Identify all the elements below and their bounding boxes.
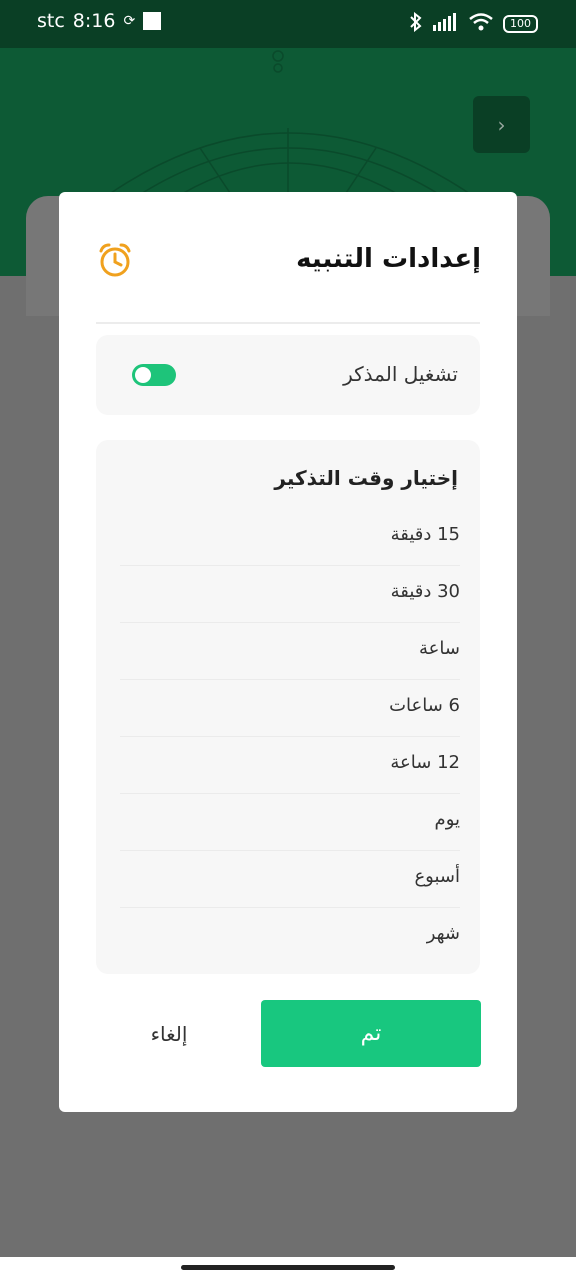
status-left: stc 8:16 ⟳ [37,10,162,32]
option-day[interactable]: يوم [120,793,460,851]
done-button[interactable]: تم [261,1000,481,1067]
bluetooth-icon [409,11,423,35]
option-label: أسبوع [414,866,460,887]
home-gesture-handle[interactable] [181,1265,395,1270]
navigation-bar [0,1257,576,1280]
option-label: شهر [426,923,460,944]
status-right: 100 [409,11,538,35]
option-30-min[interactable]: 30 دقيقة [120,565,460,623]
option-label: يوم [434,809,460,830]
switch-knob [135,367,151,383]
option-label: 12 ساعة [390,752,460,773]
notification-icon [143,12,162,30]
option-month[interactable]: شهر [120,907,460,964]
divider [96,322,480,324]
back-button[interactable]: › [473,96,530,153]
option-week[interactable]: أسبوع [120,850,460,908]
status-bar: stc 8:16 ⟳ 100 [0,0,576,48]
signal-icon [433,13,459,34]
option-15-min[interactable]: 15 دقيقة [120,508,460,566]
reminder-time-options: إختيار وقت التذكير 15 دقيقة 30 دقيقة ساع… [96,440,480,974]
reminder-switch[interactable] [132,364,176,386]
option-label: 15 دقيقة [390,524,460,545]
option-label: 30 دقيقة [390,581,460,602]
option-label: 6 ساعات [389,695,460,716]
clock: 8:16 [72,10,116,32]
option-6-hours[interactable]: 6 ساعات [120,679,460,737]
toggle-label: تشغيل المذكر [343,362,458,386]
option-hour[interactable]: ساعة [120,622,460,680]
wifi-icon [469,13,493,34]
chevron-right-icon: › [497,112,506,137]
option-12-hours[interactable]: 12 ساعة [120,736,460,794]
carrier-label: stc [37,10,65,32]
reminder-toggle-row: تشغيل المذكر [96,335,480,415]
cancel-button[interactable]: إلغاء [119,1000,219,1067]
alarm-settings-dialog: إعدادات التنبيه تشغيل المذكر إختيار وقت … [59,192,517,1112]
dialog-title: إعدادات التنبيه [296,244,481,274]
option-label: ساعة [419,638,460,659]
alarm-clock-icon [97,242,133,278]
sync-icon: ⟳ [123,13,136,29]
battery-icon: 100 [503,14,538,33]
options-title: إختيار وقت التذكير [274,466,458,490]
